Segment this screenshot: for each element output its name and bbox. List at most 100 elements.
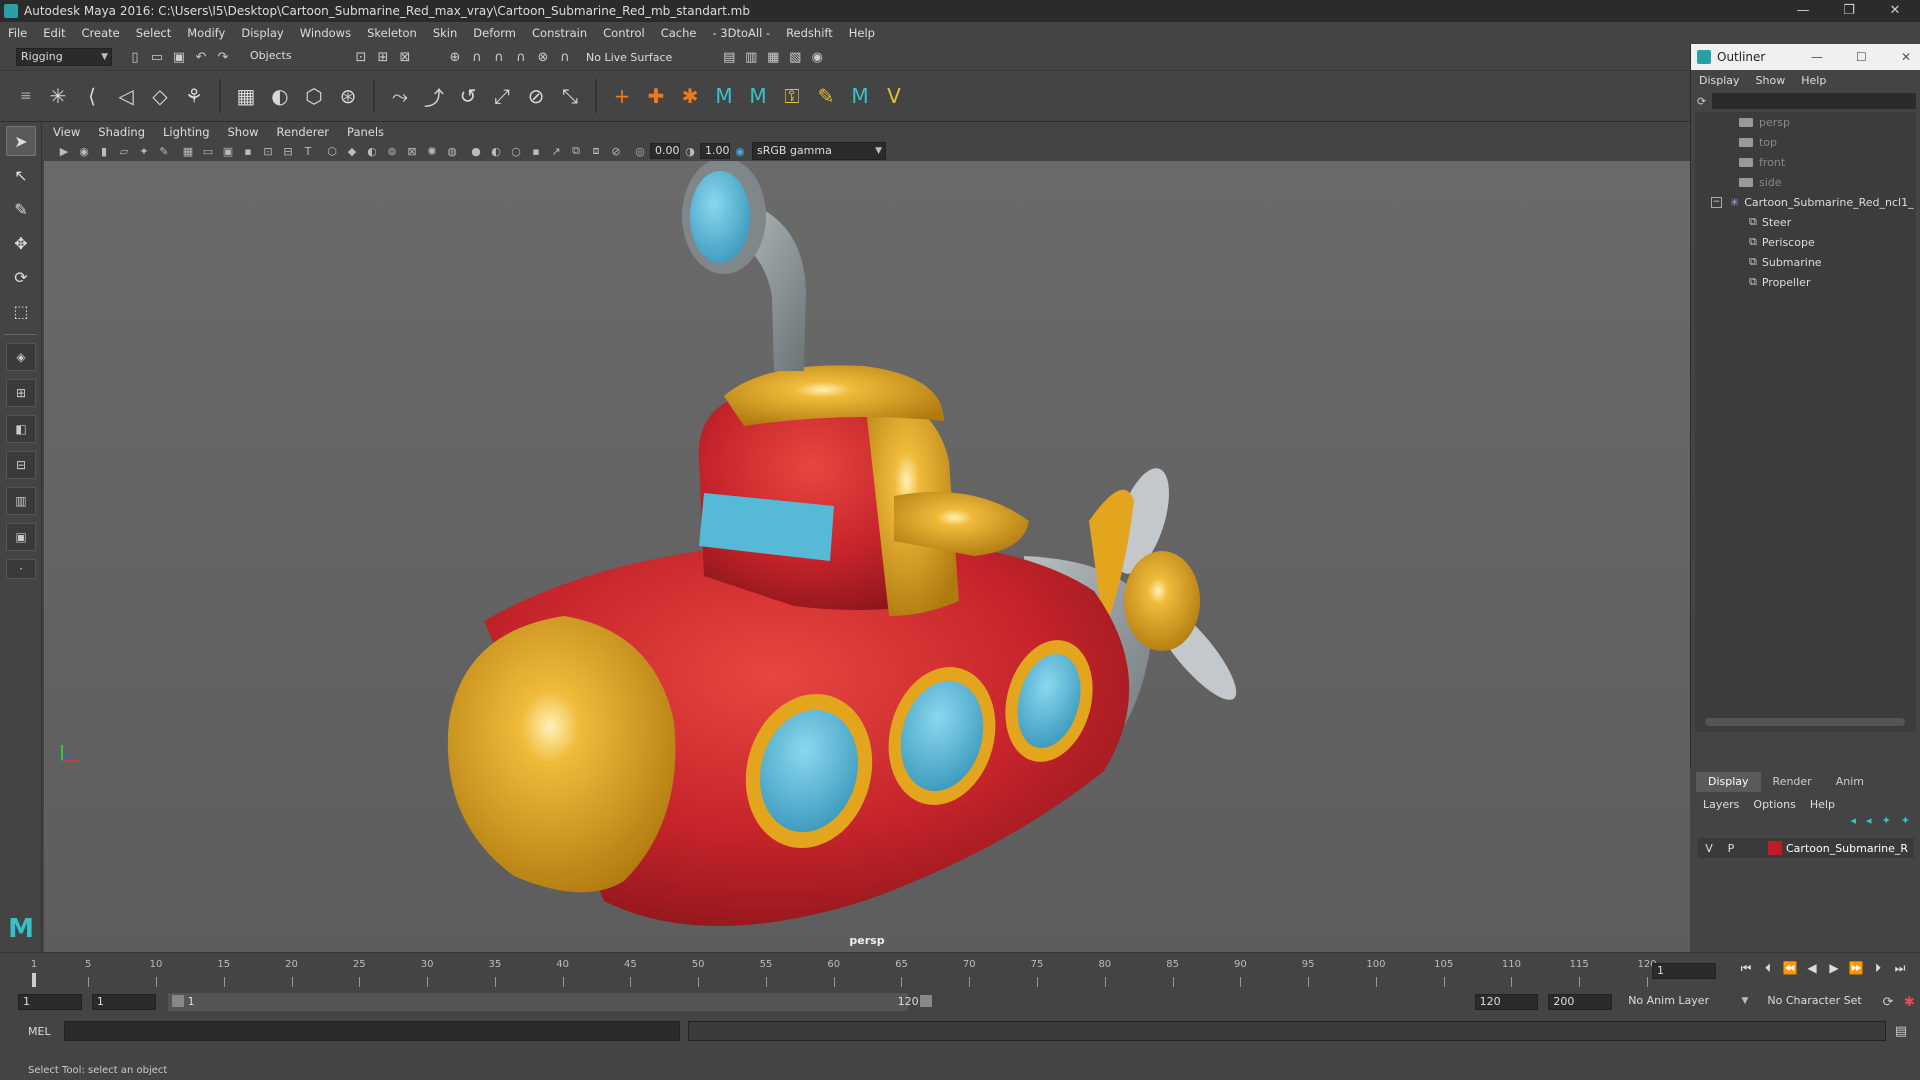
menu-deform[interactable]: Deform <box>465 26 524 40</box>
snap-curve-icon[interactable]: ∩ <box>468 48 486 66</box>
menu-skeleton[interactable]: Skeleton <box>359 26 425 40</box>
layer-row[interactable]: V P Cartoon_Submarine_R <box>1698 838 1914 858</box>
maximize-icon[interactable]: ☐ <box>1856 50 1867 64</box>
select-object-icon[interactable]: ⊞ <box>374 48 392 66</box>
menu-help[interactable]: Help <box>841 26 883 40</box>
layer-name[interactable]: Cartoon_Submarine_R <box>1786 842 1908 855</box>
camera-icon[interactable]: ▶ <box>56 143 72 159</box>
viewport-menu-shading[interactable]: Shading <box>89 125 154 139</box>
four-pane-layout-icon[interactable]: ⊞ <box>6 379 36 407</box>
persp-graph-layout-icon[interactable]: ▥ <box>6 487 36 515</box>
step-forward-frame-icon[interactable]: ⏵ <box>1867 961 1889 976</box>
layout-options-icon[interactable]: · <box>6 559 36 579</box>
outliner-menu-show[interactable]: Show <box>1748 74 1794 87</box>
animation-start-field[interactable]: 1 <box>18 994 82 1010</box>
menu-redshift[interactable]: Redshift <box>778 26 841 40</box>
layer-visibility-toggle[interactable]: V <box>1698 842 1720 855</box>
outliner-menu-help[interactable]: Help <box>1793 74 1834 87</box>
tab-display[interactable]: Display <box>1696 772 1761 792</box>
layer-menu-options[interactable]: Options <box>1746 798 1802 811</box>
side-by-side-layout-icon[interactable]: ◧ <box>6 415 36 443</box>
cluster-icon[interactable]: ⊛ <box>334 82 362 110</box>
snap-surface-icon[interactable]: ⊗ <box>534 48 552 66</box>
select-hierarchy-icon[interactable]: ⊡ <box>352 48 370 66</box>
perspective-viewport[interactable]: persp <box>44 161 1690 953</box>
horizontal-scrollbar[interactable] <box>1705 718 1905 726</box>
orient-constraint-icon[interactable]: ↺ <box>454 82 482 110</box>
menu-edit[interactable]: Edit <box>35 26 73 40</box>
menu-display[interactable]: Display <box>233 26 291 40</box>
pole-vector-icon[interactable]: ⤡ <box>556 82 584 110</box>
snap-plane-icon[interactable]: ∩ <box>512 48 530 66</box>
layer-color-swatch[interactable] <box>1768 841 1782 855</box>
insert-joint-icon[interactable]: ⟨ <box>78 82 106 110</box>
render-settings-icon[interactable]: ▧ <box>786 48 804 66</box>
lights-icon[interactable]: ⊠ <box>404 143 420 159</box>
current-time-indicator[interactable] <box>32 973 36 987</box>
gamma-icon[interactable]: ◑ <box>682 143 698 159</box>
tree-item-front[interactable]: front <box>1695 152 1916 172</box>
current-frame-field[interactable]: 1 <box>1652 963 1716 979</box>
new-layer-from-selected-icon[interactable]: ✦ <box>1901 814 1910 832</box>
range-end-handle[interactable] <box>919 995 932 1007</box>
select-tool-icon[interactable]: ➤ <box>6 126 36 156</box>
command-language-label[interactable]: MEL <box>28 1025 64 1038</box>
viewport-menu-view[interactable]: View <box>44 125 89 139</box>
xray-joints-icon[interactable]: ⧉ <box>568 143 584 159</box>
play-backward-icon[interactable]: ◀ <box>1801 961 1823 976</box>
tree-item-side[interactable]: side <box>1695 172 1916 192</box>
safe-action-icon[interactable]: ⊟ <box>280 143 296 159</box>
menu-control[interactable]: Control <box>595 26 653 40</box>
single-pane-layout-icon[interactable]: ◈ <box>6 343 36 371</box>
parent-constraint-icon[interactable]: ⤳ <box>386 82 414 110</box>
tree-item-propeller[interactable]: ⧉ Propeller <box>1695 272 1916 292</box>
gate-mask-icon[interactable]: ▪ <box>240 143 256 159</box>
set-key-icon[interactable]: ⚿ <box>778 82 806 110</box>
move-layer-down-icon[interactable]: ◂ <box>1866 814 1872 832</box>
textured-icon[interactable]: ⊚ <box>384 143 400 159</box>
viewport-menu-renderer[interactable]: Renderer <box>268 125 339 139</box>
layer-playback-toggle[interactable]: P <box>1720 842 1742 855</box>
motion-blur-icon[interactable]: ● <box>468 143 484 159</box>
filter-icon[interactable]: ⟳ <box>1697 95 1706 108</box>
range-start-handle[interactable] <box>171 995 184 1007</box>
open-scene-icon[interactable]: ▭ <box>148 48 166 66</box>
gamma-field[interactable]: 1.00 <box>700 143 730 159</box>
render-view-icon[interactable]: ▤ <box>720 48 738 66</box>
point-constraint-icon[interactable]: ⤴ <box>420 82 448 110</box>
layer-menu-help[interactable]: Help <box>1803 798 1842 811</box>
move-layer-up-icon[interactable]: ◂ <box>1851 814 1857 832</box>
tree-item-top[interactable]: top <box>1695 132 1916 152</box>
hypershade-icon[interactable]: ◉ <box>808 48 826 66</box>
color-management-icon[interactable]: ◉ <box>732 143 748 159</box>
restore-button[interactable]: ❐ <box>1826 0 1872 22</box>
depth-of-field-icon[interactable]: ○ <box>508 143 524 159</box>
playback-start-field[interactable]: 1 <box>91 994 156 1010</box>
close-icon[interactable]: ✕ <box>1901 50 1911 64</box>
v-script-icon[interactable]: V <box>880 82 908 110</box>
paint-select-icon[interactable]: ✎ <box>6 194 36 224</box>
script-editor-icon[interactable]: ▤ <box>1892 1022 1910 1040</box>
exposure-icon[interactable]: ◎ <box>632 143 648 159</box>
minimize-icon[interactable]: — <box>1811 50 1823 64</box>
playback-end-field[interactable]: 120 <box>1474 994 1539 1010</box>
lattice-icon[interactable]: ⬡ <box>300 82 328 110</box>
redo-icon[interactable]: ↷ <box>214 48 232 66</box>
anti-aliasing-icon[interactable]: ◐ <box>488 143 504 159</box>
scale-constraint-icon[interactable]: ⤢ <box>488 82 516 110</box>
step-back-frame-icon[interactable]: ⏴ <box>1757 961 1779 976</box>
tree-item-group[interactable]: − ✳ Cartoon_Submarine_Red_ncl1_ <box>1695 192 1916 212</box>
ipr-render-icon[interactable]: ▦ <box>764 48 782 66</box>
step-back-key-icon[interactable]: ⏪ <box>1779 961 1801 976</box>
locator-icon[interactable]: + <box>608 82 636 110</box>
hik-icon[interactable]: ✱ <box>676 82 704 110</box>
menu-skin[interactable]: Skin <box>425 26 465 40</box>
rotate-tool-icon[interactable]: ⟳ <box>6 262 36 292</box>
undo-icon[interactable]: ↶ <box>192 48 210 66</box>
bookmark-icon[interactable]: ▮ <box>96 143 112 159</box>
outliner-menu-display[interactable]: Display <box>1691 74 1748 87</box>
go-to-start-icon[interactable]: ⏮ <box>1735 961 1757 976</box>
viewport-menu-panels[interactable]: Panels <box>338 125 393 139</box>
menu-file[interactable]: File <box>0 26 35 40</box>
snap-grid-icon[interactable]: ⊕ <box>446 48 464 66</box>
